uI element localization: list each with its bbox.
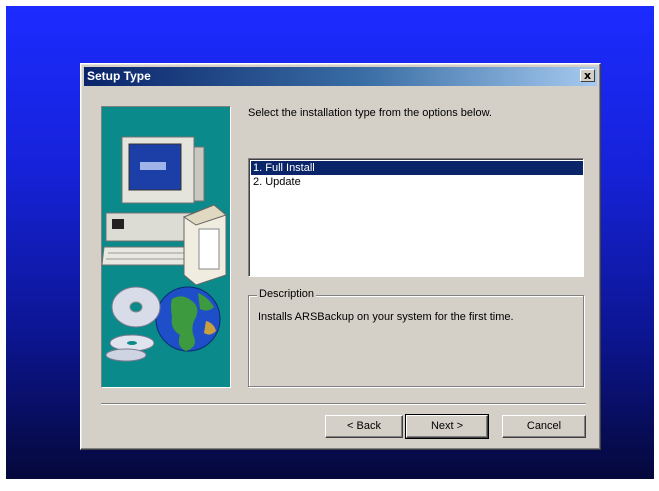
separator	[101, 403, 586, 405]
computer-illustration	[102, 136, 228, 362]
close-icon[interactable]: x	[580, 69, 595, 82]
title-bar[interactable]: Setup Type x	[84, 67, 597, 86]
description-legend: Description	[257, 288, 317, 300]
install-type-list[interactable]: 1. Full Install 2. Update	[248, 158, 584, 277]
cancel-button[interactable]: Cancel	[502, 415, 586, 438]
description-text: Installs ARSBackup on your system for th…	[258, 311, 514, 323]
desktop-background: Setup Type x Select the installation typ…	[6, 6, 654, 479]
back-button[interactable]: < Back	[325, 415, 403, 438]
list-item-full-install[interactable]: 1. Full Install	[251, 161, 583, 175]
next-button[interactable]: Next >	[405, 414, 489, 439]
setup-illustration	[101, 106, 231, 388]
globe-icon	[155, 286, 221, 352]
instruction-text: Select the installation type from the op…	[248, 107, 492, 119]
description-group: Description Installs ARSBackup on your s…	[248, 288, 584, 387]
cd-disc-icon	[105, 286, 161, 362]
setup-type-dialog: Setup Type x Select the installation typ…	[80, 63, 601, 450]
list-item-update[interactable]: 2. Update	[251, 175, 583, 189]
window-title: Setup Type	[87, 69, 151, 83]
